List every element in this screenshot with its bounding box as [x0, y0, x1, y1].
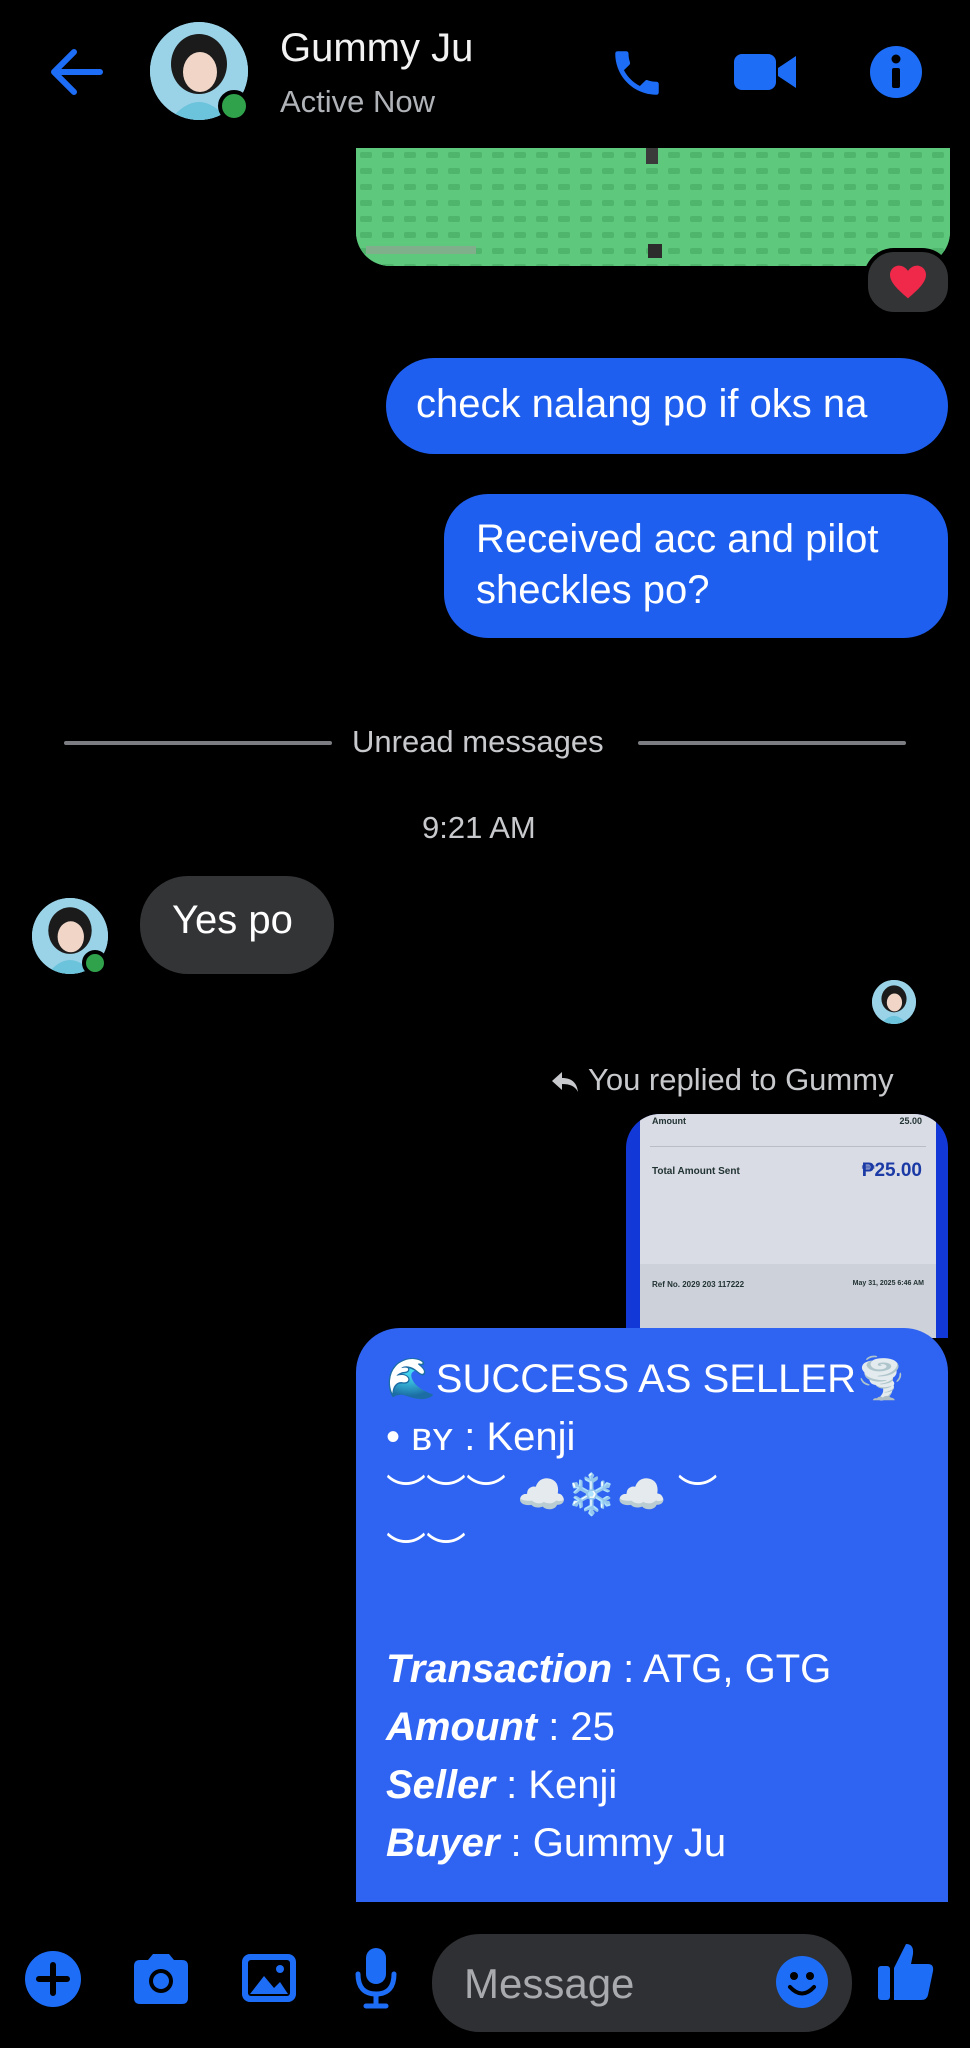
amount-label: Amount: [386, 1705, 538, 1749]
receipt-date: May 31, 2025 6:46 AM: [852, 1280, 924, 1287]
heart-icon: [890, 265, 926, 299]
card-buyer-row: Buyer : Gummy Ju: [386, 1814, 918, 1872]
image-icon[interactable]: [240, 1952, 298, 2004]
divider-line-right: [638, 741, 906, 745]
incoming-message[interactable]: Yes po: [140, 876, 334, 974]
message-text: check nalang po if oks na: [416, 382, 868, 426]
reaction-badge[interactable]: [864, 248, 952, 316]
message-input[interactable]: Message: [432, 1934, 852, 2032]
timestamp: 9:21 AM: [422, 810, 536, 845]
receipt-amount-value: 25.00: [899, 1116, 922, 1126]
transaction-value: : ATG, GTG: [612, 1647, 832, 1691]
microphone-icon[interactable]: [352, 1946, 400, 2010]
message-text-line: Received acc and pilot: [476, 517, 879, 561]
message-text-line: sheckles po?: [476, 568, 710, 612]
contact-name[interactable]: Gummy Ju: [280, 26, 473, 71]
camera-icon[interactable]: [130, 1952, 192, 2006]
unread-label: Unread messages: [352, 724, 604, 759]
phone-icon[interactable]: [608, 44, 666, 102]
receipt-image: Amount 25.00 Total Amount Sent ₱25.00 Re…: [640, 1114, 936, 1338]
receipt-total-value: ₱25.00: [861, 1160, 922, 1181]
outgoing-message[interactable]: check nalang po if oks na: [386, 358, 948, 454]
grass-baseplate-image: [356, 148, 950, 266]
video-camera-icon[interactable]: [732, 48, 800, 96]
reply-arrow-icon: [552, 1072, 578, 1092]
card-decoration-1: ︶︶︶ ☁️❄️☁️ ︶: [386, 1473, 718, 1517]
active-status: Active Now: [280, 84, 436, 119]
card-by-prefix: • ʙʏ :: [386, 1415, 487, 1459]
message-placeholder: Message: [464, 1960, 635, 2007]
online-indicator: [82, 950, 108, 976]
seller-value: : Kenji: [494, 1763, 618, 1807]
outgoing-message-card[interactable]: 🌊SUCCESS AS SELLER🌪️ • ʙʏ : Kenji ︶︶︶ ☁️…: [356, 1328, 948, 1902]
receipt-amount-label: Amount: [652, 1116, 686, 1126]
card-decoration-2: ︶︶: [386, 1531, 466, 1575]
seller-label: Seller: [386, 1763, 495, 1807]
outgoing-message[interactable]: Received acc and pilot sheckles po?: [444, 494, 948, 638]
amount-value: : 25: [537, 1705, 615, 1749]
card-amount-row: Amount : 25: [386, 1698, 918, 1756]
reply-label: You replied to Gummy: [588, 1062, 894, 1097]
info-icon[interactable]: [868, 44, 924, 100]
card-by-line: • ʙʏ : Kenji: [386, 1408, 918, 1466]
card-by-value: Kenji: [486, 1415, 576, 1459]
shared-image-message[interactable]: [356, 148, 950, 266]
online-indicator: [218, 90, 250, 122]
buyer-label: Buyer: [386, 1821, 500, 1865]
thumbs-up-icon[interactable]: [876, 1940, 936, 2002]
receipt-total-label: Total Amount Sent: [652, 1166, 740, 1177]
transaction-label: Transaction: [386, 1647, 612, 1691]
card-transaction-row: Transaction : ATG, GTG: [386, 1640, 918, 1698]
card-title: 🌊SUCCESS AS SELLER🌪️: [386, 1357, 906, 1401]
receipt-ref: Ref No. 2029 203 117222: [652, 1280, 745, 1289]
quoted-receipt-preview[interactable]: Amount 25.00 Total Amount Sent ₱25.00 Re…: [626, 1114, 948, 1338]
divider-line-left: [64, 741, 332, 745]
plus-icon[interactable]: [24, 1950, 82, 2008]
back-arrow-icon[interactable]: [46, 46, 104, 98]
message-text: Yes po: [172, 898, 293, 942]
emoji-icon[interactable]: [774, 1954, 830, 2010]
buyer-value: : Gummy Ju: [499, 1821, 727, 1865]
read-receipt-avatar: [872, 980, 916, 1024]
card-seller-row: Seller : Kenji: [386, 1756, 918, 1814]
